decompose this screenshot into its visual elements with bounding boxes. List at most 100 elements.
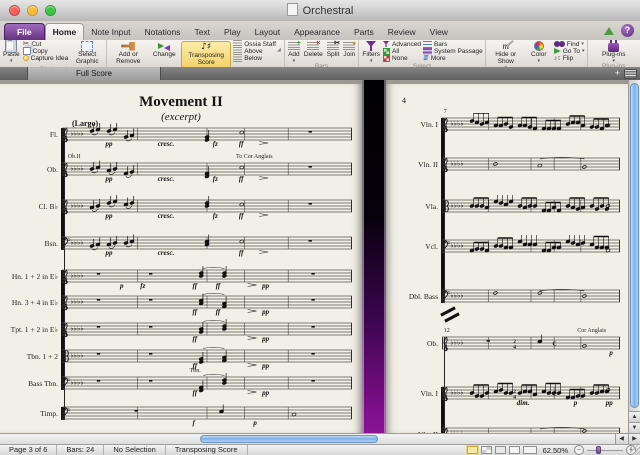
view-single-page-button[interactable] <box>509 446 520 454</box>
horizontal-scrollbar[interactable]: ◀ ▶ <box>0 433 640 444</box>
staff-music-area[interactable]: ♭♭♭♭ppcresc.fzff <box>62 200 352 213</box>
staff-vcl-[interactable]: Vcl.♭♭♭♭ <box>386 240 628 253</box>
dynamic-marking[interactable]: ff <box>193 308 198 316</box>
dynamic-marking[interactable]: ff <box>216 282 221 290</box>
dynamic-marking[interactable]: p <box>120 282 124 290</box>
staff-music-area[interactable]: ♭♭♭♭7 <box>442 118 620 131</box>
help-button[interactable]: ? <box>621 24 634 37</box>
dynamic-marking[interactable]: pp <box>606 399 613 407</box>
vertical-scrollbar-thumb[interactable] <box>630 83 639 408</box>
filters-button[interactable]: Filters▾ <box>361 41 381 63</box>
dynamic-marking[interactable]: ff <box>239 212 244 220</box>
score-subtitle[interactable]: (excerpt) <box>0 111 362 123</box>
transposing-score-button[interactable]: ♪♯ Transposing Score <box>181 41 231 68</box>
view-spread-button[interactable] <box>481 446 492 454</box>
staff-hn-3-4-in-e-[interactable]: Hn. 3 + 4 in E♭♭♭♭♭ffffpp <box>0 296 362 309</box>
score-canvas[interactable]: Movement II (excerpt) (Largo) Fl.♭♭♭♭ppc… <box>0 80 640 433</box>
staff-vln-i[interactable]: Vln. I♭♭♭♭7 <box>386 118 628 131</box>
tab-appearance[interactable]: Appearance <box>287 24 347 40</box>
flip-button[interactable]: ♪↕Flip <box>554 55 585 61</box>
color-button[interactable]: Color▾ <box>526 41 552 63</box>
scroll-up-arrow[interactable]: ▲ <box>629 411 640 422</box>
plug-ins-button[interactable]: Plug-ins▾ <box>595 41 633 63</box>
horizontal-scrollbar-thumb[interactable] <box>200 435 378 443</box>
select-system-passage-button[interactable]: System Passage <box>423 48 483 54</box>
tab-notations[interactable]: Notations <box>138 24 188 40</box>
staff-tpt-1-2-in-e-[interactable]: Tpt. 1 + 2 in E♭♭♭♭♭ffpp <box>0 323 362 336</box>
staff-cl-b-[interactable]: Cl. B♭♭♭♭♭ppcresc.fzff <box>0 200 362 213</box>
staff-dbl-bass[interactable]: Dbl. Bass♭♭♭♭ <box>386 290 628 303</box>
staff-music-area[interactable]: ♭♭♭♭ffpp <box>62 350 352 363</box>
staff-music-area[interactable]: ♭♭♭♭ <box>442 158 620 171</box>
staff-music-area[interactable]: ♭♭♭♭24C12Cor Anglaisp <box>442 337 620 350</box>
tab-review[interactable]: Review <box>381 24 423 40</box>
score-page-left[interactable]: Movement II (excerpt) (Largo) Fl.♭♭♭♭ppc… <box>0 84 362 433</box>
staff-vln-i[interactable]: Vln. I♭♭♭♭24Cdim.ppp <box>386 387 628 400</box>
dynamic-marking[interactable]: p <box>253 419 257 427</box>
staff-fl-[interactable]: Fl.♭♭♭♭ppcresc.fzff <box>0 128 362 141</box>
score-title[interactable]: Movement II <box>0 94 362 111</box>
staff-music-area[interactable]: ♭♭♭♭ <box>442 200 620 213</box>
dynamic-marking[interactable]: pp <box>262 308 269 316</box>
dynamic-marking[interactable]: ff <box>216 308 221 316</box>
staff-music-area[interactable]: ♭♭♭♭ffffpp <box>62 296 352 309</box>
dynamic-marking[interactable]: pp <box>262 335 269 343</box>
tab-home[interactable]: Home <box>45 23 85 40</box>
select-graphic-button[interactable]: Select Graphic <box>70 41 104 66</box>
staff-tbn-1-2[interactable]: Tbn. 1 + 2♭♭♭♭ffpp <box>0 350 362 363</box>
staff-vla-[interactable]: Vla.♭♭♭♭ <box>386 200 628 213</box>
select-bars-button[interactable]: Bars <box>423 41 483 47</box>
find-button[interactable]: Find▾ <box>554 41 585 47</box>
tab-play[interactable]: Play <box>217 24 248 40</box>
staff-music-area[interactable]: fp <box>62 407 352 420</box>
zoom-slider[interactable] <box>587 450 623 451</box>
staff-ob-[interactable]: Ob.♭♭♭♭24C12Cor Anglaisp <box>386 337 628 350</box>
tab-text[interactable]: Text <box>187 24 217 40</box>
dynamic-marking[interactable]: pp <box>262 282 269 290</box>
staff-bsn-[interactable]: Bsn.♭♭♭♭ppcresc.ff <box>0 237 362 250</box>
split-bar-button[interactable]: ✂ Split <box>326 41 341 59</box>
staff-music-area[interactable]: ♭♭♭♭pfzffffpp <box>62 270 352 283</box>
dynamic-marking[interactable]: pp <box>262 389 269 397</box>
select-more-button[interactable]: ⇵More <box>423 55 483 61</box>
dynamic-marking[interactable]: cresc. <box>158 249 175 257</box>
select-all-button[interactable]: All <box>383 48 421 54</box>
dynamic-marking[interactable]: fz <box>213 140 218 148</box>
new-tab-button[interactable]: + <box>615 68 620 79</box>
staff-music-area[interactable]: ♭♭♭♭24Cdim.ppp <box>442 387 620 400</box>
dynamic-marking[interactable]: ff <box>193 282 198 290</box>
dynamic-marking[interactable]: ff <box>193 389 198 397</box>
change-instrument-button[interactable]: Change <box>149 41 179 59</box>
dynamic-marking[interactable]: ff <box>239 140 244 148</box>
dialog-launcher-icon[interactable]: ◢ <box>277 47 281 53</box>
join-bar-button[interactable]: ● Join <box>342 41 356 59</box>
tab-list-icon[interactable] <box>624 69 637 79</box>
dynamic-marking[interactable]: fz <box>213 212 218 220</box>
staff-music-area[interactable]: ♭♭♭♭Tbn.ffpp <box>62 377 352 390</box>
go-to-button[interactable]: Go To▾ <box>554 48 585 54</box>
dynamic-marking[interactable]: ff <box>193 335 198 343</box>
staff-music-area[interactable]: ♭♭♭♭ <box>442 290 620 303</box>
paste-button[interactable]: Paste ▾ <box>2 41 21 63</box>
tab-layout[interactable]: Layout <box>248 24 288 40</box>
tab-view[interactable]: View <box>423 24 455 40</box>
tab-file[interactable]: File <box>4 23 45 40</box>
ossia-below-button[interactable]: Below <box>233 55 276 61</box>
staff-timp-[interactable]: Timp.fp <box>0 407 362 420</box>
add-or-remove-button[interactable]: Add or Remove <box>109 41 147 66</box>
dynamic-marking[interactable]: dim. <box>517 399 530 407</box>
dynamic-marking[interactable]: pp <box>106 140 113 148</box>
view-panorama-button[interactable] <box>523 446 537 454</box>
capture-idea-button[interactable]: Capture Idea <box>23 55 69 61</box>
staff-hn-1-2-in-e-[interactable]: Hn. 1 + 2 in E♭♭♭♭♭pfzffffpp <box>0 270 362 283</box>
dynamic-marking[interactable]: pp <box>106 212 113 220</box>
staff-music-area[interactable]: ♭♭♭♭ppcresc.ff <box>62 237 352 250</box>
scroll-left-arrow[interactable]: ◀ <box>615 434 627 444</box>
delete-bar-button[interactable]: × Delete <box>303 41 324 59</box>
staff-music-area[interactable]: ♭♭♭♭ffpp <box>62 323 352 336</box>
view-pages-button[interactable] <box>467 446 478 454</box>
dynamic-marking[interactable]: pp <box>262 362 269 370</box>
resize-grip[interactable] <box>630 445 640 455</box>
staff-music-area[interactable]: ♭♭♭♭ <box>442 240 620 253</box>
collapse-ribbon-icon[interactable] <box>604 27 614 35</box>
